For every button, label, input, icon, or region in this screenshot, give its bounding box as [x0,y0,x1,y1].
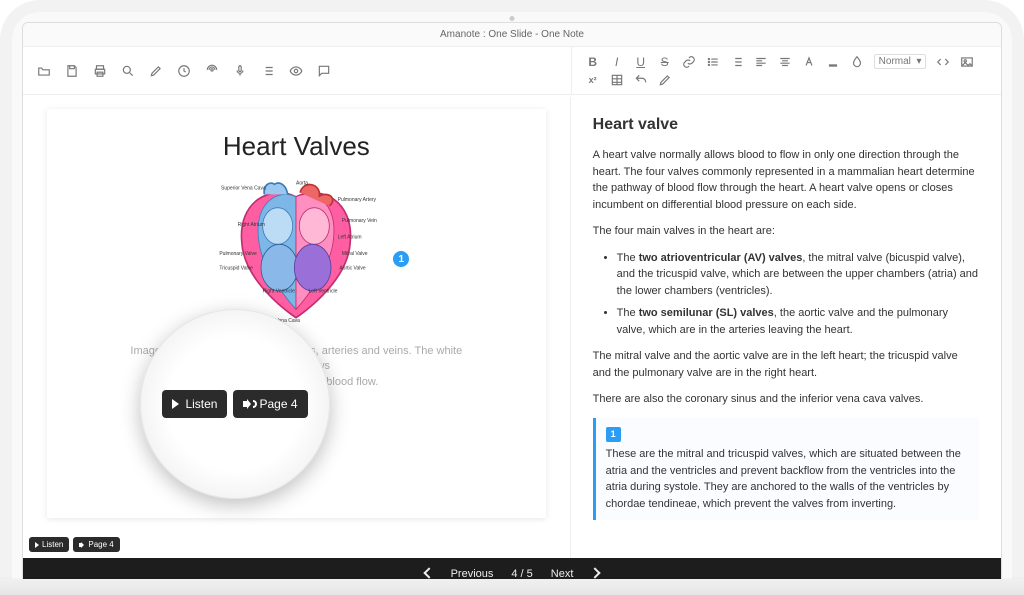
underline-icon[interactable]: U [634,55,648,69]
code-icon[interactable] [936,55,950,69]
highlight-icon[interactable] [826,55,840,69]
svg-text:Aortic Valve: Aortic Valve [340,265,367,271]
heart-diagram-wrap: Superior Vena Cava Aorta Pulmonary Arter… [211,176,381,326]
image-icon[interactable] [960,55,974,69]
camera-dot [510,16,515,21]
svg-text:Right Ventricle: Right Ventricle [263,289,295,295]
open-folder-icon[interactable] [37,64,51,78]
svg-text:Pulmonary Valve: Pulmonary Valve [220,251,258,257]
heart-diagram: Superior Vena Cava Aorta Pulmonary Arter… [211,176,381,326]
toolbars: B I U S Normal ▾ x² [23,47,1001,95]
italic-icon[interactable]: I [610,55,624,69]
table-icon[interactable] [610,73,624,87]
app-title: Amanote : One Slide - One Note [440,29,584,40]
clear-format-icon[interactable] [658,73,672,87]
laptop-base [0,579,1024,595]
list-icon[interactable] [261,64,275,78]
align-left-icon[interactable] [754,55,768,69]
sound-icon [79,542,85,548]
print-icon[interactable] [93,64,107,78]
notes-paragraph: The mitral valve and the aortic valve ar… [593,348,979,381]
content-area: Heart Valves [23,97,1001,558]
play-icon [35,542,39,548]
slide-pane: Heart Valves [23,97,571,558]
format-select[interactable]: Normal ▾ [874,54,927,69]
audio-controls-small: Listen Page 4 [29,537,120,552]
page-audio-button[interactable]: Page 4 [233,390,307,418]
svg-text:Pulmonary Vein: Pulmonary Vein [342,218,377,224]
svg-text:Left Ventricle: Left Ventricle [309,289,338,295]
link-icon[interactable] [682,55,696,69]
note-reference-box: 1 These are the mitral and tricuspid val… [593,418,979,521]
eye-icon[interactable] [289,64,303,78]
slide-reference-badge[interactable]: 1 [393,251,409,267]
zoom-lens: Listen Page 4 [140,309,330,499]
bullet-list-icon[interactable] [706,55,720,69]
list-item: The two atrioventricular (AV) valves, th… [617,250,979,300]
notes-list: The two atrioventricular (AV) valves, th… [617,250,979,339]
notes-paragraph: The four main valves in the heart are: [593,223,979,240]
note-reference-text: These are the mitral and tricuspid valve… [606,446,969,512]
numbered-list-icon[interactable] [730,55,744,69]
editor-toolbar: B I U S Normal ▾ x² [571,47,1001,94]
play-icon [172,399,179,409]
page-audio-button-small[interactable]: Page 4 [73,537,119,552]
sound-icon [243,399,253,409]
notes-heading: Heart valve [593,113,979,137]
svg-text:Pulmonary Artery: Pulmonary Artery [338,197,377,203]
podcast-icon[interactable] [205,64,219,78]
notes-paragraph: A heart valve normally allows blood to f… [593,147,979,213]
window-titlebar: Amanote : One Slide - One Note [23,23,1001,47]
svg-text:Superior Vena Cava: Superior Vena Cava [221,185,266,191]
text-color-icon[interactable] [802,55,816,69]
list-item: The two semilunar (SL) valves, the aorti… [617,305,979,338]
svg-text:Left Atrium: Left Atrium [338,235,362,241]
undo-icon[interactable] [634,73,648,87]
microphone-icon[interactable] [233,64,247,78]
laptop-frame: Amanote : One Slide - One Note B I U [0,0,1024,591]
svg-text:Aorta: Aorta [296,180,308,186]
svg-text:Tricuspid Valve: Tricuspid Valve [220,265,254,271]
app-window: Amanote : One Slide - One Note B I U [22,22,1002,591]
comment-icon[interactable] [317,64,331,78]
bold-icon[interactable]: B [586,55,600,69]
notes-pane[interactable]: Heart valve A heart valve normally allow… [571,97,1001,558]
fill-icon[interactable] [850,55,864,69]
align-center-icon[interactable] [778,55,792,69]
edit-icon[interactable] [149,64,163,78]
slide-title: Heart Valves [223,131,370,162]
formula-icon[interactable]: x² [586,73,600,87]
listen-button[interactable]: Listen [162,390,227,418]
notes-paragraph: There are also the coronary sinus and th… [593,391,979,408]
listen-button-small[interactable]: Listen [29,537,69,552]
save-icon[interactable] [65,64,79,78]
strikethrough-icon[interactable]: S [658,55,672,69]
clock-icon[interactable] [177,64,191,78]
note-reference-number: 1 [606,427,621,443]
svg-text:Right Atrium: Right Atrium [238,222,265,228]
search-icon[interactable] [121,64,135,78]
svg-text:Mitral Valve: Mitral Valve [342,251,368,257]
slide-toolbar [23,47,571,94]
